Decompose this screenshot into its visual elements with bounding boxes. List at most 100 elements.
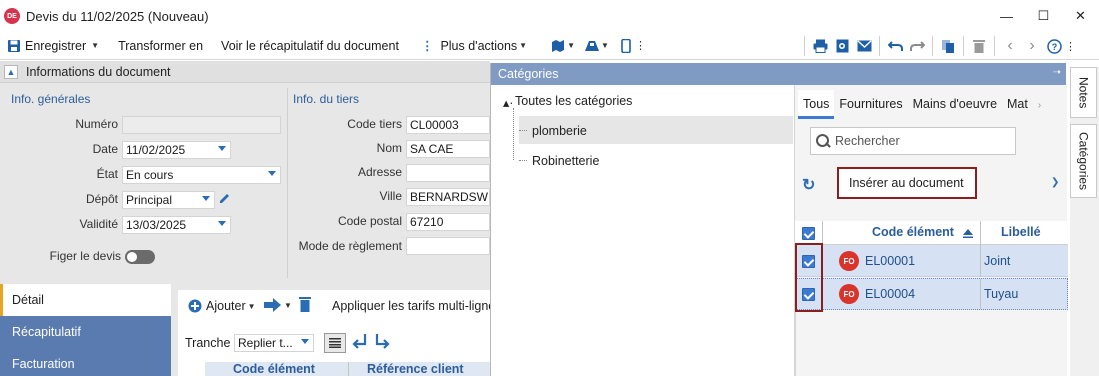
tranche-select[interactable]: Replier t... — [234, 334, 314, 352]
table-row[interactable]: FO EL00004 Tuyau — [795, 278, 1068, 310]
column-separator — [822, 221, 823, 245]
search-input[interactable]: Rechercher — [810, 127, 1016, 155]
copy-icon[interactable] — [937, 35, 959, 57]
detail-panel: Ajouter ▼ ▼ Appliquer les tarifs multi-l… — [178, 290, 495, 376]
tab-mat[interactable]: Mat — [1002, 97, 1033, 119]
edit-pencil-icon[interactable] — [218, 192, 231, 208]
mail-icon[interactable] — [853, 35, 875, 57]
maximize-button[interactable]: ☐ — [1025, 0, 1062, 32]
col-code-element[interactable]: Code élément — [872, 225, 954, 239]
title-bar: DE Devis du 11/02/2025 (Nouveau) — ☐ ✕ — [0, 0, 1099, 32]
chevron-down-icon[interactable]: ▼ — [284, 301, 292, 310]
arrow-right-icon[interactable] — [264, 298, 282, 315]
chevron-down-icon[interactable] — [218, 221, 226, 226]
add-button[interactable]: Ajouter ▼ — [206, 299, 256, 313]
tabs-scroll-right-icon[interactable]: › — [1033, 100, 1046, 119]
help-icon[interactable]: ? — [1043, 35, 1065, 57]
tree-connector — [519, 130, 527, 131]
chevron-right-icon[interactable]: › — [1021, 35, 1043, 57]
ville-field[interactable]: BERNARDSWIL — [406, 188, 490, 206]
chevron-down-icon[interactable]: ▼ — [567, 41, 575, 50]
date-field[interactable]: 11/02/2025 — [122, 141, 231, 159]
table-row[interactable]: FO EL00001 Joint — [795, 245, 1068, 277]
toolbar-divider — [879, 36, 880, 56]
transform-button[interactable]: Transformer en — [118, 39, 203, 53]
fourniture-badge-icon: FO — [839, 251, 859, 271]
chevron-down-icon[interactable]: ▼ — [601, 41, 609, 50]
sort-asc-icon[interactable] — [963, 227, 973, 241]
tab-categories[interactable]: Catégories — [1070, 124, 1097, 198]
nom-field[interactable]: SA CAE — [406, 140, 490, 158]
detail-col-ref[interactable]: Référence client — [367, 362, 464, 376]
tree-item-plomberie[interactable]: plomberie — [532, 124, 587, 138]
code-tiers-field[interactable]: CL00003 — [406, 116, 490, 134]
mobile-icon[interactable] — [615, 35, 637, 57]
tree-item-all[interactable]: Toutes les catégories — [515, 94, 632, 108]
trash-icon[interactable] — [968, 35, 990, 57]
tab-tous[interactable]: Tous — [798, 90, 835, 119]
kebab-icon[interactable]: ⋮ — [1065, 40, 1076, 53]
reglement-field[interactable] — [406, 237, 490, 255]
close-button[interactable]: ✕ — [1062, 0, 1099, 32]
search-icon — [815, 133, 831, 149]
chevron-down-icon[interactable]: ❯ — [1051, 177, 1059, 188]
preview-icon[interactable] — [831, 35, 853, 57]
etat-value: En cours — [126, 168, 174, 182]
detail-col-code[interactable]: Code élément — [233, 362, 315, 376]
save-label: Enregistrer — [25, 38, 87, 53]
insert-document-button[interactable]: Insérer au document — [837, 167, 977, 199]
figer-toggle[interactable] — [125, 250, 155, 264]
doc-info-title: Informations du document — [26, 64, 171, 79]
categories-header: Catégories ➝ — [491, 63, 1066, 85]
collapse-icon[interactable]: ▲ — [4, 64, 18, 79]
redo-icon[interactable] — [906, 35, 928, 57]
refresh-icon[interactable]: ↻ — [802, 175, 815, 195]
toolbar-divider — [804, 36, 805, 56]
app-badge-icon: DE — [4, 8, 20, 24]
tree-expand-icon[interactable]: ▴· — [503, 95, 513, 110]
save-button[interactable]: Enregistrer ▼ — [25, 39, 99, 53]
tab-notes[interactable]: Notes — [1070, 67, 1097, 118]
col-libelle[interactable]: Libellé — [1001, 225, 1041, 239]
adresse-field[interactable] — [406, 164, 490, 182]
tab-fournitures[interactable]: Fournitures — [834, 97, 907, 119]
numero-field — [122, 116, 281, 134]
save-icon — [3, 35, 25, 57]
depot-label: Dépôt — [85, 192, 118, 206]
print-icon[interactable] — [809, 35, 831, 57]
tree-item-robinetterie[interactable]: Robinetterie — [532, 154, 599, 168]
select-all-checkbox[interactable] — [802, 227, 815, 240]
validite-field[interactable]: 13/03/2025 — [122, 216, 231, 234]
indent-icon[interactable] — [374, 333, 390, 354]
figer-label: Figer le devis — [49, 249, 121, 263]
return-icon[interactable] — [352, 333, 368, 354]
truck-icon[interactable] — [581, 35, 603, 57]
apply-tarifs-button[interactable]: Appliquer les tarifs multi-ligne — [332, 299, 495, 313]
tree-connector — [519, 160, 527, 161]
nav-recapitulatif[interactable]: Récapitulatif — [0, 316, 171, 348]
pin-icon[interactable]: ➝ — [1053, 67, 1061, 78]
map-icon[interactable] — [547, 35, 569, 57]
window-controls: — ☐ ✕ — [988, 0, 1099, 32]
etat-select[interactable]: En cours — [122, 166, 281, 184]
summary-button[interactable]: Voir le récapitulatif du document — [221, 39, 399, 53]
trash-icon[interactable] — [299, 297, 311, 315]
depot-select[interactable]: Principal — [122, 191, 215, 209]
list-view-icon[interactable] — [324, 333, 346, 353]
chevron-down-icon[interactable] — [218, 146, 226, 151]
undo-icon[interactable] — [884, 35, 906, 57]
chevron-left-icon[interactable]: ‹ — [999, 35, 1021, 57]
nav-facturation[interactable]: Facturation — [0, 348, 171, 376]
chevron-down-icon[interactable] — [301, 339, 309, 344]
kebab-icon[interactable]: ⋮ — [635, 39, 646, 52]
nav-detail[interactable]: Détail — [0, 284, 171, 316]
code-postal-field[interactable]: 67210 — [406, 213, 490, 231]
tab-mains-oeuvre[interactable]: Mains d'oeuvre — [908, 97, 1002, 119]
nom-label: Nom — [376, 141, 402, 155]
general-info-title: Info. générales — [11, 92, 91, 106]
minimize-button[interactable]: — — [988, 0, 1025, 32]
chevron-down-icon[interactable] — [268, 171, 276, 176]
categories-title: Catégories — [498, 67, 559, 81]
chevron-down-icon[interactable] — [202, 196, 210, 201]
more-actions-button[interactable]: ⋮ Plus d'actions ▼ — [421, 38, 527, 54]
